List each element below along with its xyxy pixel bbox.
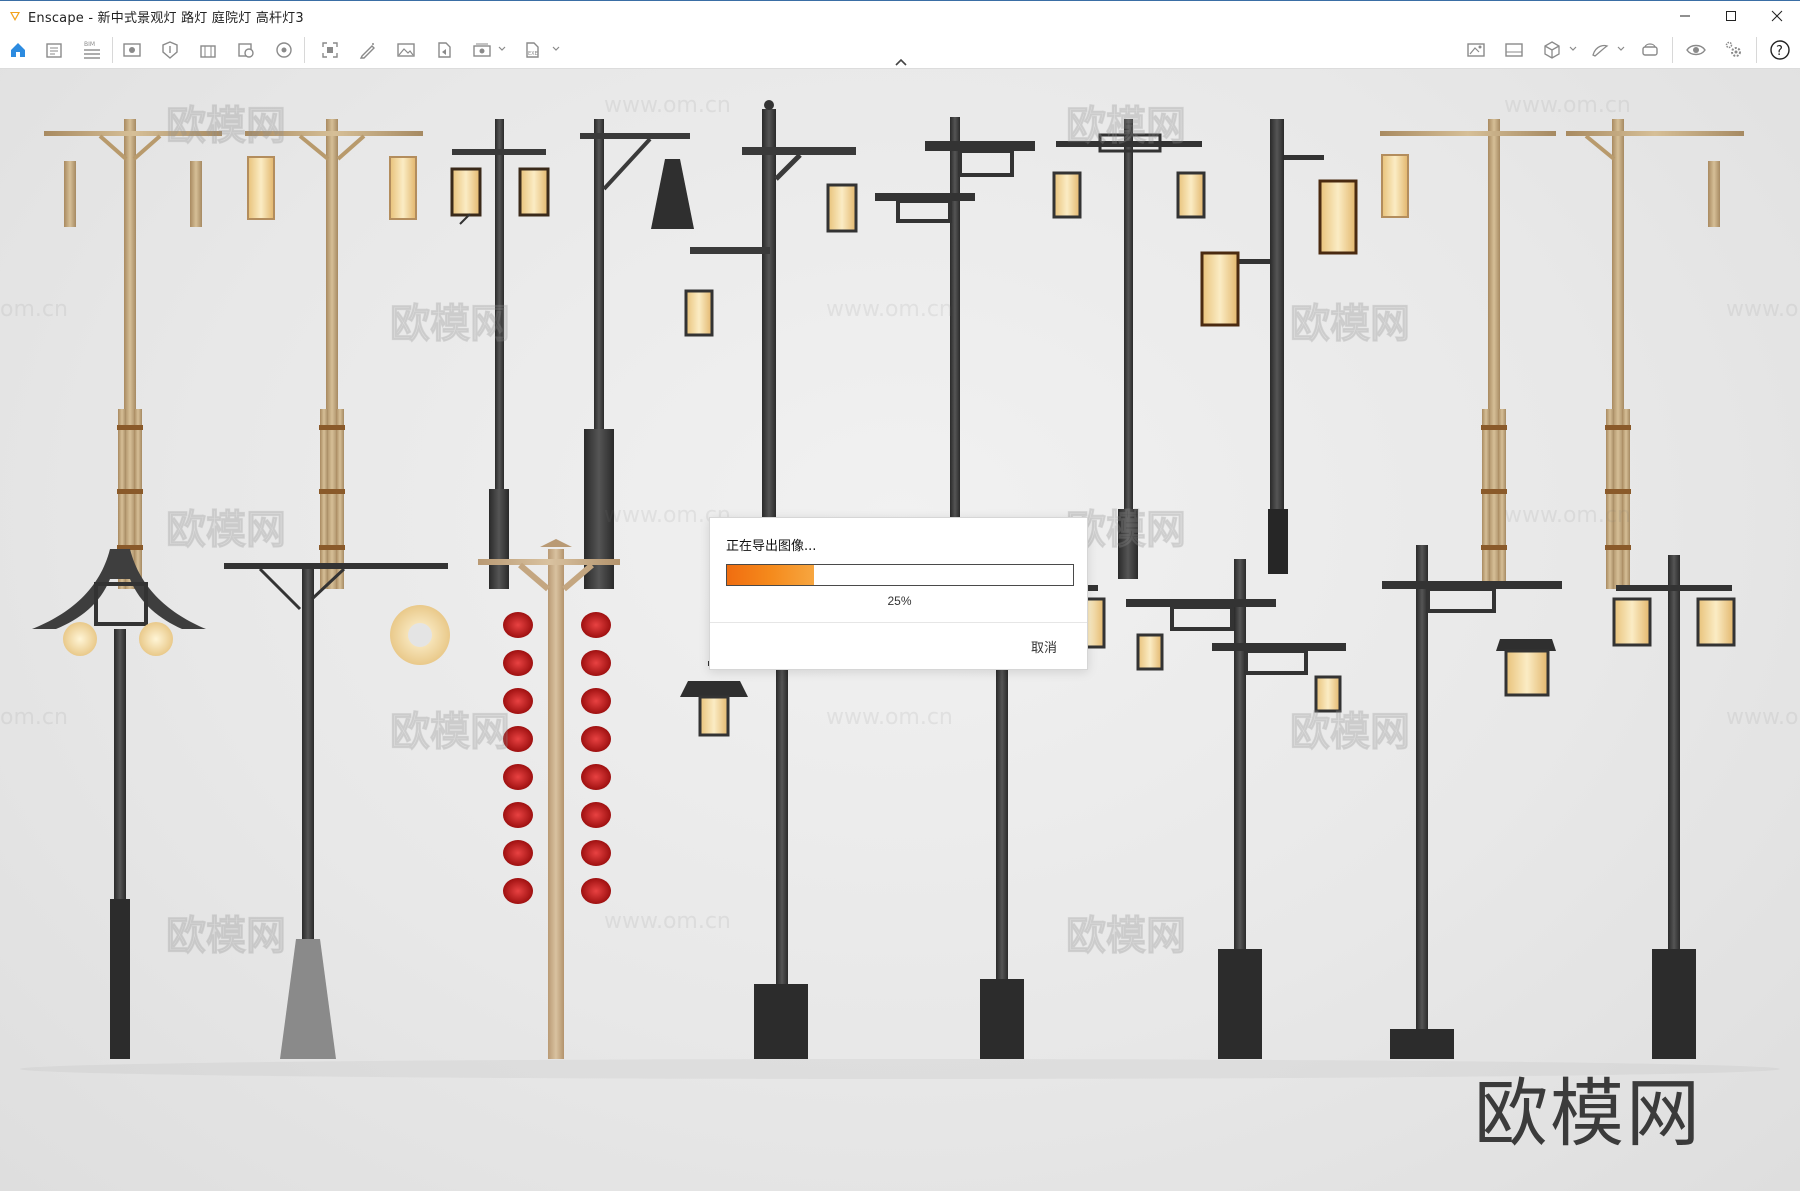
pencil-icon <box>359 43 375 59</box>
watermark-brand: 欧模网 <box>390 301 511 348</box>
watermark-url: www.om.cn <box>826 705 953 730</box>
batch-render-icon <box>473 43 491 57</box>
progress-percent-label: 25% <box>887 594 912 608</box>
watermark-brand: 欧模网 <box>1290 301 1411 348</box>
screenshot-icon <box>322 42 338 58</box>
pencil-button[interactable] <box>356 38 380 62</box>
watermark-brand: 欧模网 <box>166 103 287 150</box>
help-icon: ? <box>1770 40 1790 60</box>
close-button[interactable] <box>1754 1 1800 31</box>
progress-bar-fill <box>727 565 814 585</box>
minimize-button[interactable] <box>1662 1 1708 31</box>
visual-settings-button[interactable] <box>1464 38 1488 62</box>
bim-button[interactable]: BIM <box>80 38 104 62</box>
exe-export-icon: EXE <box>526 42 539 58</box>
pagoda-globe-pole <box>32 549 206 1059</box>
chevron-down-icon[interactable] <box>1616 44 1626 54</box>
brand-logo-text: 欧模网 <box>1474 1071 1702 1157</box>
asset-library-button[interactable] <box>158 38 182 62</box>
watermark-url: www.om.cn <box>604 909 731 934</box>
watermark-brand: 欧模网 <box>390 709 511 756</box>
home-button[interactable] <box>6 38 30 62</box>
dialog-title: 正在导出图像... <box>726 539 817 554</box>
exe-export-button[interactable]: EXE <box>520 38 544 62</box>
red-lanterns-left <box>503 612 533 904</box>
watermark-brand: 欧模网 <box>166 913 287 960</box>
view-icon <box>123 43 141 57</box>
watermark-url: www.om.cn <box>1504 93 1631 118</box>
project-info-button[interactable] <box>42 38 66 62</box>
dialog-divider <box>710 622 1087 623</box>
vr-headset-icon <box>1642 43 1658 56</box>
watermark-brand: 欧模网 <box>1066 103 1187 150</box>
collapse-toolbar-icon[interactable] <box>893 57 909 67</box>
watermark-url-short: om.cn <box>0 705 68 730</box>
twin-box-lantern-pole <box>1612 555 1736 1059</box>
gallery-button[interactable] <box>394 38 418 62</box>
image-settings-button[interactable] <box>1502 38 1526 62</box>
eye-button[interactable] <box>1684 38 1708 62</box>
chevron-down-icon[interactable] <box>1568 44 1578 54</box>
ring-light-pole <box>224 563 450 1059</box>
material-editor-icon <box>200 45 216 58</box>
fret-box-lantern-pole <box>1382 545 1562 1059</box>
vr-headset-button[interactable] <box>1638 38 1662 62</box>
watermark-url: www.om.cn <box>1726 297 1800 322</box>
eye-icon <box>1686 44 1706 56</box>
walk-mode-icon <box>1592 44 1609 57</box>
visual-settings-icon <box>1467 43 1485 57</box>
enscape-window: Enscape - 新中式景观灯 路灯 庭院灯 高杆灯3 BIM EXE ? 欧… <box>0 0 1800 1191</box>
window-title: Enscape - 新中式景观灯 路灯 庭院灯 高杆灯3 <box>28 10 304 26</box>
asset-library-icon <box>162 41 178 59</box>
panorama-button[interactable] <box>272 38 296 62</box>
cancel-button[interactable]: 取消 <box>1031 637 1057 656</box>
chevron-down-icon[interactable] <box>497 44 507 54</box>
material-editor-button[interactable] <box>196 38 220 62</box>
watermark-url: www.om.cn <box>604 93 731 118</box>
project-info-icon <box>46 43 62 58</box>
gallery-icon <box>397 43 415 57</box>
image-settings-icon <box>1505 43 1523 57</box>
enscape-logo-icon <box>10 12 20 21</box>
maximize-icon <box>1726 11 1736 21</box>
svg-text:BIM: BIM <box>84 41 95 48</box>
close-icon <box>1771 10 1783 22</box>
cube-icon <box>1544 41 1560 59</box>
batch-render-button[interactable] <box>470 38 494 62</box>
dark-twin-lantern-pole <box>450 119 550 589</box>
capture-icon <box>238 43 254 58</box>
bim-icon: BIM <box>84 41 100 59</box>
minimize-icon <box>1680 15 1690 17</box>
home-icon <box>11 43 25 57</box>
export-button[interactable] <box>432 38 456 62</box>
maximize-button[interactable] <box>1708 1 1754 31</box>
export-progress-dialog: 正在导出图像... 25% 取消 <box>709 517 1088 670</box>
export-icon <box>438 42 451 58</box>
screenshot-button[interactable] <box>318 38 342 62</box>
settings-button[interactable] <box>1722 38 1746 62</box>
svg-text:?: ? <box>1776 44 1783 59</box>
capture-button[interactable] <box>234 38 258 62</box>
walk-mode-button[interactable] <box>1588 38 1612 62</box>
cube-button[interactable] <box>1540 38 1564 62</box>
title-bar: Enscape - 新中式景观灯 路灯 庭院灯 高杆灯3 <box>0 1 1800 31</box>
help-button[interactable]: ? <box>1768 38 1792 62</box>
watermark-brand: 欧模网 <box>166 507 287 554</box>
chevron-down-icon[interactable] <box>551 44 561 54</box>
progress-bar <box>726 564 1074 586</box>
watermark-brand: 欧模网 <box>1290 709 1411 756</box>
watermark-brand: 欧模网 <box>1066 913 1187 960</box>
svg-text:EXE: EXE <box>528 51 538 57</box>
fret-double-arm-pole <box>1126 559 1346 1059</box>
watermark-url: www.om.cn <box>1726 705 1800 730</box>
panorama-icon <box>276 42 292 58</box>
watermark-url: www.om.cn <box>1504 503 1631 528</box>
watermark-url: www.om.cn <box>826 297 953 322</box>
watermark-url-short: om.cn <box>0 297 68 322</box>
red-lanterns-right <box>581 612 611 904</box>
window-controls <box>1662 1 1800 31</box>
view-button[interactable] <box>120 38 144 62</box>
settings-gear-icon <box>1725 41 1741 57</box>
